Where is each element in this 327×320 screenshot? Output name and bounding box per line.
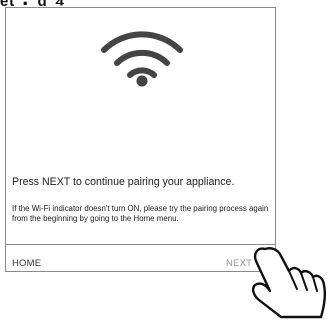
device-screen: Press NEXT to continue pairing your appl… xyxy=(5,7,276,272)
tutorial-illustration: ᵉᵗ · ᵈ ⁴ Press NEXT to continue pairing … xyxy=(0,0,327,320)
footer-divider xyxy=(6,244,275,245)
home-button[interactable]: HOME xyxy=(12,258,41,269)
main-message: Press NEXT to continue pairing your appl… xyxy=(12,176,235,188)
hand-cursor-icon xyxy=(251,247,326,319)
wifi-icon xyxy=(101,31,183,87)
help-text: If the Wi-Fi indicator doesn't turn ON, … xyxy=(12,204,269,223)
